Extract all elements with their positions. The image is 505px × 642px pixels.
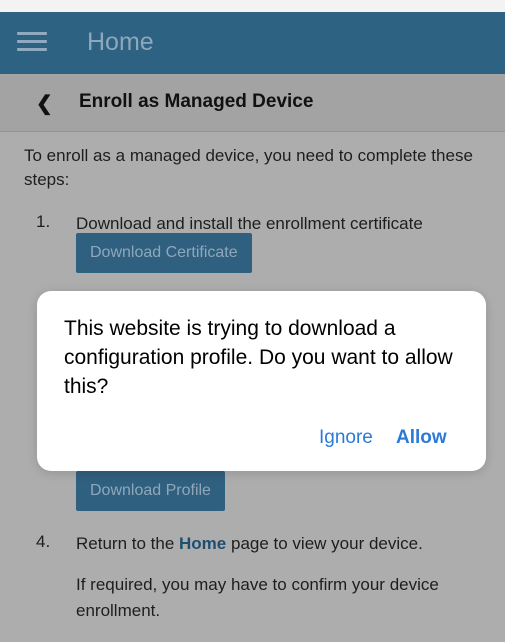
ignore-button[interactable]: Ignore	[319, 427, 373, 449]
confirm-note: If required, you may have to confirm you…	[76, 575, 439, 620]
status-strip	[0, 0, 505, 12]
download-certificate-button[interactable]: Download Certificate	[76, 233, 252, 273]
step-text-before: Return to the	[76, 534, 175, 553]
step-number: 4.	[36, 532, 51, 551]
page-title: Enroll as Managed Device	[79, 91, 314, 112]
step-number: 1.	[36, 212, 51, 231]
allow-button[interactable]: Allow	[396, 427, 447, 449]
hamburger-menu-icon[interactable]	[17, 32, 47, 52]
page-header: ❮ Enroll as Managed Device	[0, 74, 505, 132]
download-profile-button[interactable]: Download Profile	[76, 471, 225, 511]
download-profile-dialog: This website is trying to download a con…	[37, 291, 486, 471]
app-bar: Home	[0, 12, 505, 74]
step-text-after: page to view your device.	[230, 534, 423, 553]
intro-text: To enroll as a managed device, you need …	[24, 146, 473, 189]
home-link[interactable]: Home	[179, 534, 226, 553]
app-title: Home	[87, 28, 154, 56]
chevron-left-icon[interactable]: ❮	[36, 91, 53, 116]
step-text: Return to the Home page to view your dev…	[76, 532, 496, 556]
dialog-message: This website is trying to download a con…	[64, 317, 453, 398]
